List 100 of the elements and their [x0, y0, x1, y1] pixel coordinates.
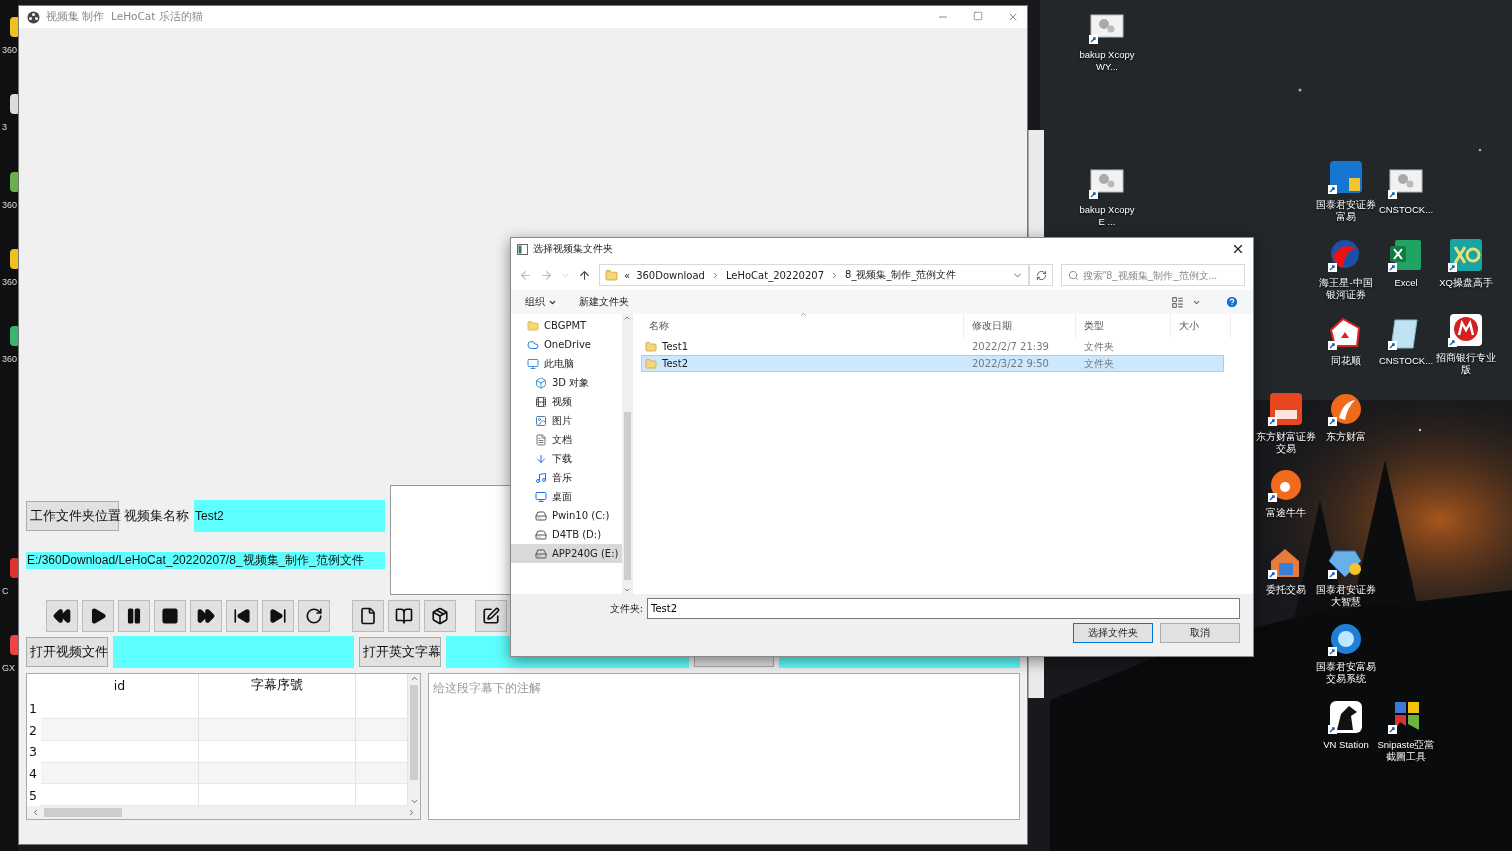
- breadcrumb-overflow[interactable]: «: [624, 269, 631, 281]
- toolbar-button[interactable]: 新建文件夹: [579, 295, 629, 309]
- scroll-thumb[interactable]: [44, 808, 122, 817]
- cube-icon: [535, 376, 547, 389]
- tree-item[interactable]: 下载: [511, 449, 622, 468]
- address-bar[interactable]: « 360Download LeHoCat_20220207 8_视频集_制作_范例文件: [599, 264, 1029, 286]
- tree-item[interactable]: 文档: [511, 430, 622, 449]
- icon-label[interactable]: 国泰君安富易交易系统: [1316, 661, 1376, 685]
- column-header[interactable]: 修改日期: [964, 314, 1076, 338]
- toolbar-button[interactable]: 组织: [525, 295, 557, 309]
- breadcrumb[interactable]: 8_视频集_制作_范例文件: [845, 268, 957, 282]
- up-icon[interactable]: [578, 268, 591, 282]
- row-header[interactable]: 4: [27, 762, 41, 785]
- tree-item[interactable]: 音乐: [511, 468, 622, 487]
- icon-label[interactable]: 国泰君安证券大智慧: [1316, 584, 1376, 608]
- download-icon: [535, 452, 547, 465]
- select-folder-button[interactable]: 选择文件夹: [1073, 623, 1153, 643]
- rewind-button[interactable]: [46, 600, 78, 632]
- breadcrumb[interactable]: LeHoCat_20220207: [725, 269, 825, 281]
- search-field[interactable]: 搜索"8_视频集_制作_范例文...: [1061, 264, 1245, 286]
- icon-label: 360: [2, 45, 18, 55]
- icon-label[interactable]: bakup Xcopy E ...: [1077, 204, 1137, 228]
- scroll-left-icon[interactable]: [31, 808, 40, 817]
- scroll-up-icon[interactable]: [623, 314, 631, 322]
- name-field[interactable]: Test2: [194, 500, 385, 532]
- play-button[interactable]: [82, 600, 114, 632]
- icon-label[interactable]: 同花顺: [1331, 355, 1361, 367]
- icon-label[interactable]: VN Station: [1323, 739, 1369, 751]
- refresh-icon: [1035, 269, 1047, 281]
- box-button[interactable]: [424, 600, 456, 632]
- fast-forward-button[interactable]: [190, 600, 222, 632]
- tree-item[interactable]: 此电脑: [511, 354, 622, 373]
- video-field[interactable]: [113, 636, 354, 668]
- icon-label[interactable]: bakup Xcopy WY...: [1077, 49, 1137, 73]
- column-header[interactable]: 大小: [1171, 314, 1231, 338]
- path-field[interactable]: E:/360Download/LeHoCat_20220207/8_视频集_制作_范例文件: [26, 552, 385, 569]
- open-video-button[interactable]: 打开视频文件: [26, 637, 108, 667]
- scrollbar[interactable]: [408, 674, 420, 806]
- column-header[interactable]: 字幕序號: [199, 674, 356, 698]
- tree-item[interactable]: D4TB (D:): [511, 525, 622, 544]
- icon-label[interactable]: 招商银行专业版: [1436, 352, 1496, 376]
- icon-label[interactable]: CNSTOCK...: [1378, 204, 1434, 216]
- folder-input[interactable]: Test2: [647, 598, 1240, 619]
- icon-label[interactable]: 国泰君安证券富易: [1316, 199, 1376, 223]
- scrollbar[interactable]: [622, 314, 632, 594]
- drive-icon: [535, 547, 547, 560]
- file-row[interactable]: Test1 2022/2/7 21:39 文件夹: [641, 338, 1224, 355]
- icon-label[interactable]: CNSTOCK...: [1378, 355, 1434, 367]
- tree-item[interactable]: Pwin10 (C:): [511, 506, 622, 525]
- column-header[interactable]: id: [41, 674, 199, 698]
- tree-item[interactable]: 3D 对象: [511, 373, 622, 392]
- note-field[interactable]: 给这段字幕下的注解: [428, 673, 1020, 820]
- edit-button[interactable]: [475, 600, 507, 632]
- row-header[interactable]: 2: [27, 719, 41, 741]
- icon-label[interactable]: 富途牛牛: [1266, 507, 1306, 519]
- scroll-down-icon[interactable]: [623, 586, 631, 594]
- folder-button[interactable]: 工作文件夹位置: [26, 501, 119, 531]
- computer-icon: [527, 357, 539, 370]
- skip-forward-button[interactable]: [262, 600, 294, 632]
- breadcrumb[interactable]: 360Download: [636, 269, 705, 281]
- file-button[interactable]: [352, 600, 384, 632]
- forward-icon[interactable]: [540, 268, 553, 282]
- tree-item[interactable]: 视频: [511, 392, 622, 411]
- tree-item[interactable]: 图片: [511, 411, 622, 430]
- book-button[interactable]: [388, 600, 420, 632]
- icon-label[interactable]: Snipaste亞當截圖工具: [1376, 739, 1436, 763]
- cancel-button[interactable]: 取消: [1160, 623, 1240, 643]
- skip-back-icon: [233, 607, 251, 625]
- back-icon[interactable]: [519, 268, 532, 282]
- tree-item[interactable]: OneDrive: [511, 335, 622, 354]
- scroll-up-icon[interactable]: [409, 674, 419, 683]
- window-icon: [517, 243, 528, 255]
- pause-button[interactable]: [118, 600, 150, 632]
- open-subtitle-button[interactable]: 打开英文字幕: [359, 637, 441, 667]
- skip-back-button[interactable]: [226, 600, 258, 632]
- column-header[interactable]: 类型: [1076, 314, 1171, 338]
- skip-forward-icon: [269, 607, 287, 625]
- maximize-icon[interactable]: [973, 11, 983, 21]
- file-row[interactable]: Test2 2022/3/22 9:50 文件夹: [641, 355, 1224, 372]
- icon-label[interactable]: Excel: [1394, 277, 1418, 289]
- scrollbar[interactable]: [27, 806, 420, 819]
- close-icon[interactable]: [1231, 242, 1245, 256]
- icon-label[interactable]: XQ操盘高手: [1439, 277, 1493, 289]
- stop-button[interactable]: [154, 600, 186, 632]
- scroll-thumb[interactable]: [623, 412, 631, 580]
- view-icon[interactable]: [1171, 295, 1184, 309]
- icon-label: 360: [2, 200, 18, 210]
- scroll-thumb[interactable]: [410, 685, 418, 781]
- tree-item[interactable]: 桌面: [511, 487, 622, 506]
- icon-label[interactable]: 委托交易: [1266, 584, 1306, 596]
- icon-label[interactable]: 东方财富: [1326, 431, 1366, 443]
- icon-label[interactable]: 东方财富证券交易: [1256, 431, 1316, 455]
- help-icon[interactable]: [1225, 295, 1239, 309]
- column-header[interactable]: 名称: [641, 314, 964, 338]
- scroll-right-icon[interactable]: [407, 808, 416, 817]
- tree-item[interactable]: CBGPMT: [511, 316, 622, 335]
- tree-item[interactable]: APP240G (E:): [511, 544, 622, 563]
- refresh-button[interactable]: [298, 600, 330, 632]
- scroll-down-icon[interactable]: [409, 797, 419, 806]
- icon-label[interactable]: 海王星-中国银河证券: [1316, 277, 1376, 301]
